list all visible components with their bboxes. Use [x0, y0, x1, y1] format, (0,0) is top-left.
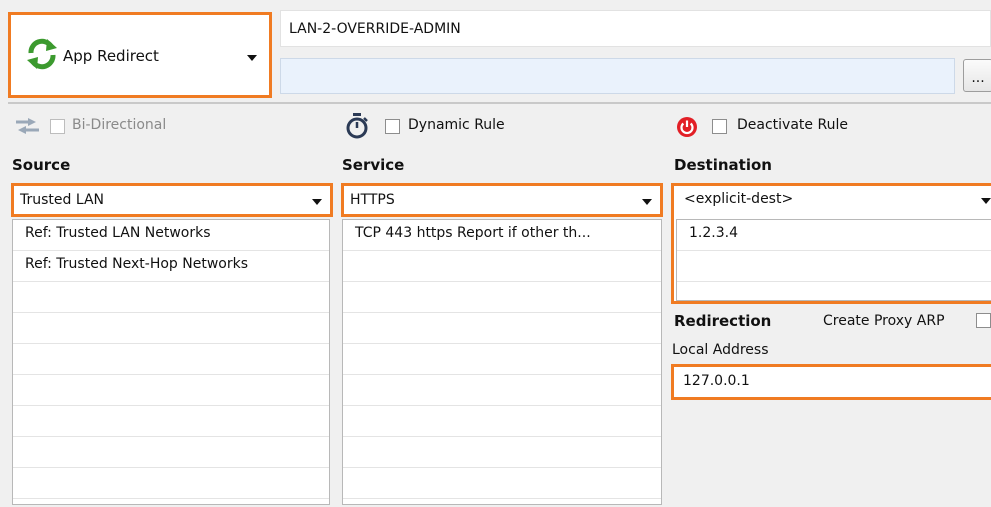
local-address-label: Local Address [672, 342, 769, 358]
chevron-down-icon[interactable] [247, 55, 257, 61]
power-icon [677, 117, 697, 137]
list-item [343, 251, 661, 282]
stopwatch-icon [346, 113, 368, 139]
bidirectional-arrows-icon [16, 118, 39, 134]
local-address-field[interactable]: 127.0.0.1 [671, 364, 991, 400]
list-item [343, 344, 661, 375]
destination-combo-value: <explicit-dest> [684, 191, 794, 207]
list-item [343, 375, 661, 406]
list-item [343, 499, 661, 504]
list-item [13, 499, 329, 504]
list-item [343, 406, 661, 437]
destination-title: Destination [674, 156, 772, 174]
destination-combo[interactable]: <explicit-dest> [674, 186, 991, 217]
rule-name-field[interactable]: LAN-2-OVERRIDE-ADMIN [280, 10, 991, 47]
list-item [343, 313, 661, 344]
deactivate-rule-checkbox[interactable] [712, 119, 727, 134]
list-item[interactable]: Ref: Trusted Next-Hop Networks [13, 251, 329, 282]
list-item [13, 282, 329, 313]
rule-comment-field[interactable] [280, 58, 955, 94]
service-combo[interactable]: HTTPS [341, 183, 663, 217]
list-item [677, 251, 991, 282]
action-selector[interactable]: App Redirect [8, 12, 272, 98]
source-list[interactable]: Ref: Trusted LAN Networks Ref: Trusted N… [12, 219, 330, 505]
service-list[interactable]: TCP 443 https Report if other th... [342, 219, 662, 505]
divider [8, 102, 991, 104]
bidirectional-checkbox[interactable] [50, 119, 65, 134]
list-item [13, 468, 329, 499]
source-combo-value: Trusted LAN [20, 192, 105, 208]
action-label: App Redirect [63, 47, 159, 65]
more-button[interactable]: ... [963, 59, 991, 92]
list-item[interactable]: Ref: Trusted LAN Networks [13, 220, 329, 251]
chevron-down-icon[interactable] [981, 198, 991, 204]
redirection-title: Redirection [674, 312, 772, 330]
list-item [13, 313, 329, 344]
redirect-arrows-icon [27, 38, 57, 70]
list-item [13, 375, 329, 406]
list-item [13, 406, 329, 437]
proxy-arp-label: Create Proxy ARP [823, 313, 945, 329]
list-item[interactable]: TCP 443 https Report if other th... [343, 220, 661, 251]
source-title: Source [12, 156, 71, 174]
list-item [343, 437, 661, 468]
destination-panel: <explicit-dest> 1.2.3.4 [671, 183, 991, 304]
dynamic-rule-label: Dynamic Rule [408, 117, 505, 133]
bidirectional-label: Bi-Directional [72, 117, 167, 133]
list-item [13, 344, 329, 375]
chevron-down-icon[interactable] [312, 199, 322, 205]
list-item [343, 468, 661, 499]
list-item [343, 282, 661, 313]
list-item [13, 437, 329, 468]
destination-list[interactable]: 1.2.3.4 [676, 219, 991, 301]
source-combo[interactable]: Trusted LAN [11, 183, 333, 217]
proxy-arp-checkbox[interactable] [976, 313, 991, 328]
list-item [677, 282, 991, 300]
deactivate-rule-label: Deactivate Rule [737, 117, 848, 133]
list-item[interactable]: 1.2.3.4 [677, 220, 991, 251]
chevron-down-icon[interactable] [642, 199, 652, 205]
service-title: Service [342, 156, 405, 174]
service-combo-value: HTTPS [350, 192, 395, 208]
dynamic-rule-checkbox[interactable] [385, 119, 400, 134]
